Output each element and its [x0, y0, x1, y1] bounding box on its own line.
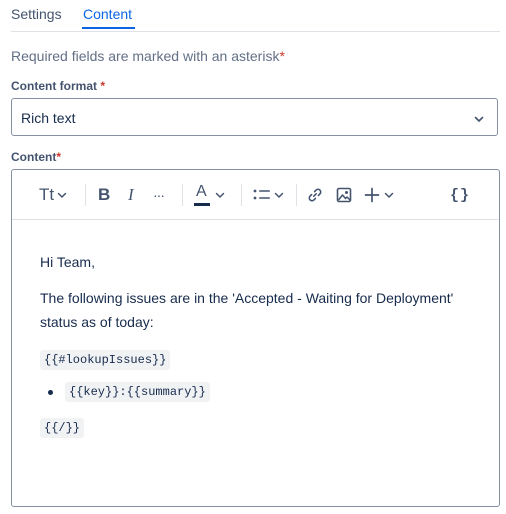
- bullet-list-icon: [253, 189, 270, 200]
- content-label-text: Content: [11, 150, 57, 164]
- tab-bar: Settings Content: [11, 0, 500, 32]
- link-icon: [308, 188, 322, 202]
- bold-button[interactable]: B: [98, 184, 110, 206]
- text-style-button[interactable]: Tt: [39, 184, 68, 206]
- required-fields-note: Required fields are marked with an aster…: [11, 48, 285, 64]
- toolbar-divider: [296, 184, 297, 206]
- content-label: Content*: [11, 150, 61, 164]
- toolbar-divider: [182, 184, 183, 206]
- chevron-down-icon: [274, 192, 284, 199]
- content-format-value: Rich text: [21, 110, 76, 126]
- code-braces-icon: {}: [450, 186, 471, 204]
- lookup-close-paragraph: {{/}}: [40, 414, 479, 438]
- editor-toolbar: Tt B I ··· A {}: [12, 170, 499, 220]
- required-asterisk: *: [100, 79, 106, 93]
- more-formatting-button[interactable]: ···: [153, 184, 165, 206]
- editor-content[interactable]: Hi Team, The following issues are in the…: [40, 250, 479, 450]
- image-icon: [336, 187, 352, 203]
- tab-content[interactable]: Content: [83, 6, 132, 22]
- inline-code: {{key}}:{{summary}}: [65, 382, 210, 402]
- required-asterisk: *: [279, 48, 285, 64]
- toolbar-divider: [241, 184, 242, 206]
- greeting-paragraph: Hi Team,: [40, 254, 95, 270]
- active-tab-indicator: [82, 27, 135, 29]
- bullet-icon: [48, 390, 53, 395]
- content-format-label: Content format *: [11, 79, 105, 93]
- list-button[interactable]: [253, 184, 285, 206]
- italic-button[interactable]: I: [128, 184, 134, 206]
- inline-code: {{#lookupIssues}}: [40, 350, 171, 370]
- chevron-down-icon: [57, 192, 67, 199]
- text-color-button[interactable]: A: [194, 183, 226, 206]
- list-item: {{key}}:{{summary}}: [40, 382, 479, 402]
- image-button[interactable]: [336, 184, 352, 206]
- content-editor[interactable]: Tt B I ··· A {} Hi Team, The following i…: [11, 169, 500, 507]
- body-paragraph: The following issues are in the 'Accepte…: [40, 290, 454, 330]
- text-style-icon: Tt: [39, 185, 55, 204]
- tab-settings[interactable]: Settings: [11, 6, 62, 22]
- insert-plus-icon: [364, 187, 380, 203]
- inline-code: {{/}}: [40, 418, 85, 438]
- bold-icon: B: [98, 185, 111, 204]
- italic-icon: I: [128, 185, 134, 204]
- required-asterisk: *: [56, 150, 61, 164]
- chevron-down-icon: [215, 192, 225, 199]
- more-formatting-icon: ···: [153, 187, 165, 203]
- content-format-select[interactable]: Rich text: [11, 98, 498, 136]
- insert-button[interactable]: [364, 184, 395, 206]
- required-note-text: Required fields are marked with an aster…: [11, 48, 280, 64]
- lookup-open-paragraph: {{#lookupIssues}}: [40, 346, 479, 370]
- chevron-down-icon: [384, 192, 394, 199]
- code-button[interactable]: {}: [450, 184, 470, 206]
- toolbar-divider: [85, 184, 86, 206]
- chevron-down-icon: [473, 112, 485, 130]
- link-button[interactable]: [307, 184, 323, 206]
- content-format-label-text: Content format: [11, 79, 97, 93]
- text-color-icon: A: [194, 183, 210, 206]
